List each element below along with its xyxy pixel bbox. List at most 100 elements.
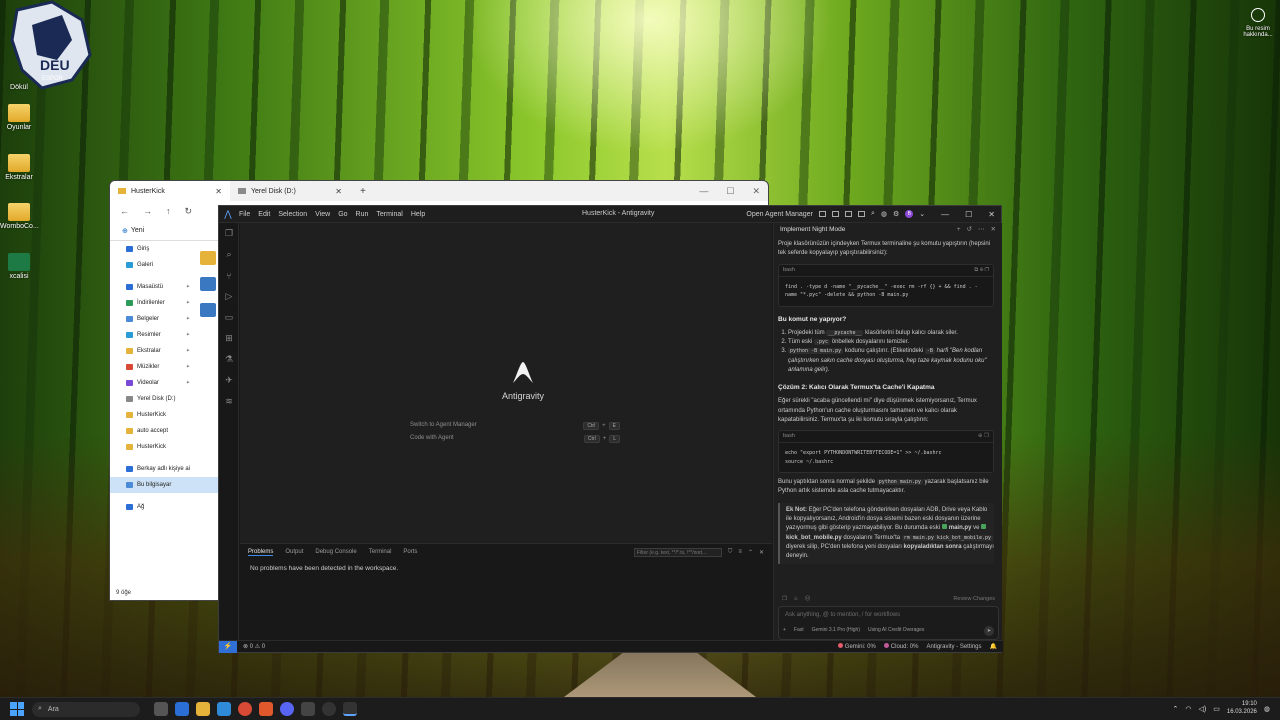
remote-icon[interactable]: ⚡: [219, 640, 237, 653]
wifi-icon[interactable]: ◠: [1185, 705, 1191, 713]
sidebar-item[interactable]: HusterKick: [110, 439, 220, 455]
python-file-icon[interactable]: [200, 303, 216, 317]
refresh-icon[interactable]: ↻: [185, 206, 193, 217]
panel-toggle-icon[interactable]: [844, 211, 852, 217]
mode-select[interactable]: Fast: [794, 627, 804, 635]
close-icon[interactable]: ✕: [752, 186, 760, 197]
sidebar-item[interactable]: Bu bilgisayar: [110, 477, 220, 493]
problems-count[interactable]: ⊗ 0 ⚠ 0: [243, 643, 265, 650]
file-link[interactable]: main.py: [949, 525, 972, 531]
sidebar-item[interactable]: Resimler ✦: [110, 327, 220, 343]
brave-icon[interactable]: [259, 702, 273, 716]
tab-output[interactable]: Output: [285, 549, 303, 555]
taskbar-search[interactable]: ⌕ Ara: [32, 701, 140, 717]
thumbs-up-icon[interactable]: ☺: [793, 595, 799, 604]
send-icon[interactable]: ➤: [984, 626, 994, 636]
sidebar-item[interactable]: Berkay adlı kişiye ai: [110, 461, 220, 477]
menu-item[interactable]: Selection: [278, 211, 307, 218]
new-tab-button[interactable]: +: [350, 186, 376, 197]
layout-icon[interactable]: [818, 211, 826, 217]
settings-link[interactable]: Antigravity - Settings: [926, 644, 981, 650]
menu-item[interactable]: Run: [356, 211, 369, 218]
agent-input-box[interactable]: Ask anything, @ to mention, / for workfl…: [778, 606, 999, 640]
clock[interactable]: 19:10 16.03.2026: [1227, 701, 1257, 717]
bell-icon[interactable]: 🔔: [990, 643, 997, 650]
task-view-icon[interactable]: [154, 702, 168, 716]
secondary-sidebar-icon[interactable]: [857, 211, 865, 217]
desktop-icon-oyunlar[interactable]: Oyunlar: [0, 104, 38, 131]
menu-item[interactable]: Go: [338, 211, 347, 218]
chevron-down-icon[interactable]: ⌄: [919, 210, 925, 218]
battery-icon[interactable]: ▭: [1213, 705, 1220, 713]
tab-ports[interactable]: Ports: [403, 549, 417, 555]
minimize-icon[interactable]: —: [941, 210, 949, 219]
file-link[interactable]: kick_bot_mobile.py: [786, 535, 842, 541]
search-icon[interactable]: ⌕: [219, 244, 239, 265]
search-icon[interactable]: ⌕: [871, 210, 875, 218]
sidebar-toggle-icon[interactable]: [831, 211, 839, 217]
copy-icon[interactable]: ❐: [782, 595, 787, 604]
sidebar-item[interactable]: Ekstralar ✦: [110, 343, 220, 359]
copy-icon[interactable]: ⧉ ⊕ ❐: [974, 266, 989, 275]
close-icon[interactable]: ✕: [215, 187, 222, 196]
code-content[interactable]: find . -type d -name "__pycache__" -exec…: [779, 277, 993, 306]
folder-icon[interactable]: [200, 251, 216, 265]
windows-start-icon[interactable]: [10, 702, 24, 716]
chevron-up-icon[interactable]: ⌃: [1173, 705, 1179, 713]
maximize-icon[interactable]: ☐: [726, 186, 734, 197]
menu-item[interactable]: Terminal: [376, 211, 402, 218]
code-content[interactable]: echo "export PYTHONDONTWRITEBYTECODE=1" …: [779, 443, 993, 472]
back-icon[interactable]: ←: [120, 206, 129, 216]
notification-icon[interactable]: ◍: [1264, 705, 1270, 713]
explorer-icon[interactable]: ❐: [219, 223, 239, 244]
model-select[interactable]: Gemini 3.1 Pro (High): [812, 627, 860, 635]
more-icon[interactable]: ⋯: [978, 225, 985, 235]
filter-icon[interactable]: ⛉: [728, 549, 733, 556]
up-icon[interactable]: ↑: [166, 206, 171, 216]
copy-icon[interactable]: ⊕ ❐: [978, 432, 989, 441]
sidebar-item[interactable]: HusterKick: [110, 407, 220, 423]
cloud-quota[interactable]: Cloud: 0%: [883, 643, 918, 650]
avatar[interactable]: B: [905, 210, 914, 218]
gemini-quota[interactable]: Gemini: 0%: [837, 643, 876, 650]
menu-item[interactable]: Edit: [258, 211, 270, 218]
steam-icon[interactable]: [322, 702, 336, 716]
shortcut-agent-manager[interactable]: Switch to Agent Manager Ctrl + E: [410, 422, 620, 430]
menu-item[interactable]: View: [315, 211, 330, 218]
sidebar-item[interactable]: auto accept: [110, 423, 220, 439]
deploy-icon[interactable]: ✈: [219, 370, 239, 391]
gear-icon[interactable]: ⚙: [893, 210, 899, 218]
forward-icon[interactable]: →: [143, 206, 152, 216]
history-icon[interactable]: ↺: [967, 225, 972, 235]
open-agent-manager-button[interactable]: Open Agent Manager: [746, 211, 813, 218]
maximize-panel-icon[interactable]: ⌃: [748, 549, 753, 556]
maximize-icon[interactable]: ☐: [965, 210, 972, 219]
new-button[interactable]: Yeni: [131, 227, 144, 234]
app-icon[interactable]: [301, 702, 315, 716]
sidebar-item[interactable]: Ağ: [110, 499, 220, 515]
sidebar-item[interactable]: Yerel Disk (D:): [110, 391, 220, 407]
chrome-icon[interactable]: [238, 702, 252, 716]
testing-icon[interactable]: ⚗: [219, 349, 239, 370]
review-changes-button[interactable]: Review Changes: [953, 595, 995, 604]
thumbs-down-icon[interactable]: ☹: [805, 595, 811, 604]
explorer-tab[interactable]: Yerel Disk (D:) ✕: [230, 181, 350, 201]
app-icon[interactable]: [175, 702, 189, 716]
tab-terminal[interactable]: Terminal: [369, 549, 392, 555]
database-icon[interactable]: ≋: [219, 391, 239, 412]
close-icon[interactable]: ✕: [988, 210, 995, 219]
bing-image-info[interactable]: Bu resim hakkında...: [1240, 8, 1276, 38]
python-file-icon[interactable]: [200, 277, 216, 291]
discord-icon[interactable]: [280, 702, 294, 716]
sidebar-item[interactable]: Videolar ✦: [110, 375, 220, 391]
sidebar-item[interactable]: Müzikler ✦: [110, 359, 220, 375]
close-icon[interactable]: ✕: [335, 187, 342, 196]
credits-indicator[interactable]: Using AI Credit Overages: [868, 627, 924, 635]
chat-input[interactable]: Ask anything, @ to mention, / for workfl…: [779, 607, 998, 624]
minimize-icon[interactable]: —: [699, 186, 708, 197]
problems-filter-input[interactable]: Filter (e.g. text, **/*.ts, !**/nod...: [633, 547, 722, 557]
desktop-icon-ekstralar[interactable]: Ekstralar: [0, 154, 38, 181]
desktop-icon-partial[interactable]: Dökül: [0, 84, 38, 91]
volume-icon[interactable]: ◁): [1199, 705, 1207, 713]
antigravity-icon[interactable]: [343, 702, 357, 716]
